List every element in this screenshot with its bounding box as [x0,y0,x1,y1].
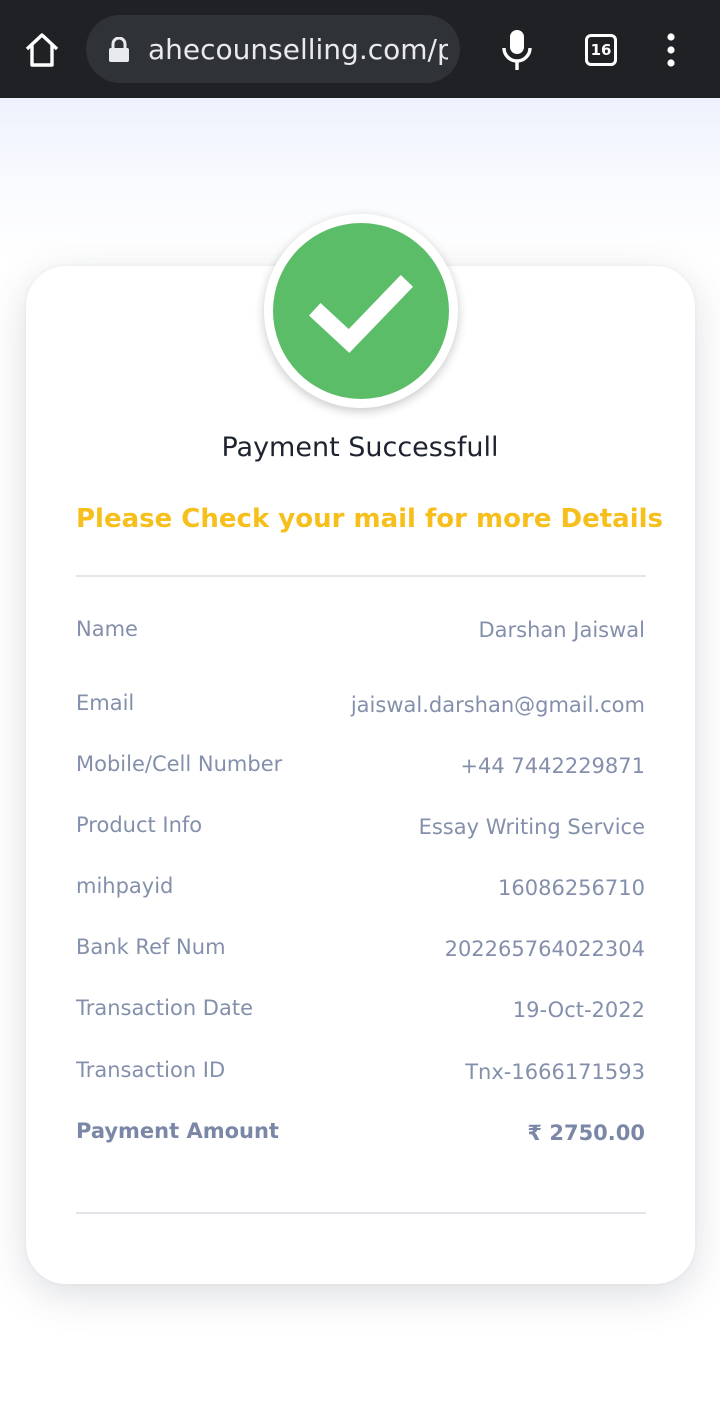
top-divider [76,575,646,577]
value-transaction-date: 19-Oct-2022 [512,998,645,1022]
value-mobile: +44 7442229871 [460,754,645,778]
mic-icon[interactable] [500,28,534,72]
mail-notice: Please Check your mail for more Details [76,504,663,534]
lock-icon [108,36,130,63]
value-email: jaiswal.darshan@gmail.com [350,693,645,717]
label-payment-amount: Payment Amount [76,1119,279,1143]
browser-toolbar: ahecounselling.com/p 16 [0,0,720,98]
tabs-icon[interactable]: 16 [585,34,617,66]
label-bank-ref: Bank Ref Num [76,935,226,959]
home-icon[interactable] [22,30,62,70]
value-transaction-id: Tnx-1666171593 [465,1060,645,1084]
value-bank-ref: 202265764022304 [444,937,645,961]
bottom-divider [76,1212,646,1214]
address-bar[interactable]: ahecounselling.com/p [86,15,460,83]
label-mihpayid: mihpayid [76,874,174,898]
page-title: Payment Successfull [221,432,499,463]
url-text: ahecounselling.com/p [148,33,448,66]
label-product-info: Product Info [76,813,203,837]
check-icon [273,223,449,399]
value-payment-amount: ₹ 2750.00 [527,1121,645,1145]
label-email: Email [76,691,135,715]
menu-dots-icon[interactable] [664,32,678,68]
label-transaction-id: Transaction ID [76,1058,226,1082]
label-mobile: Mobile/Cell Number [76,752,283,776]
success-badge [264,214,458,408]
value-name: Darshan Jaiswal [478,618,646,642]
value-mihpayid: 16086256710 [498,876,645,900]
label-name: Name [76,617,138,641]
value-product-info: Essay Writing Service [418,815,645,839]
label-transaction-date: Transaction Date [76,996,254,1020]
